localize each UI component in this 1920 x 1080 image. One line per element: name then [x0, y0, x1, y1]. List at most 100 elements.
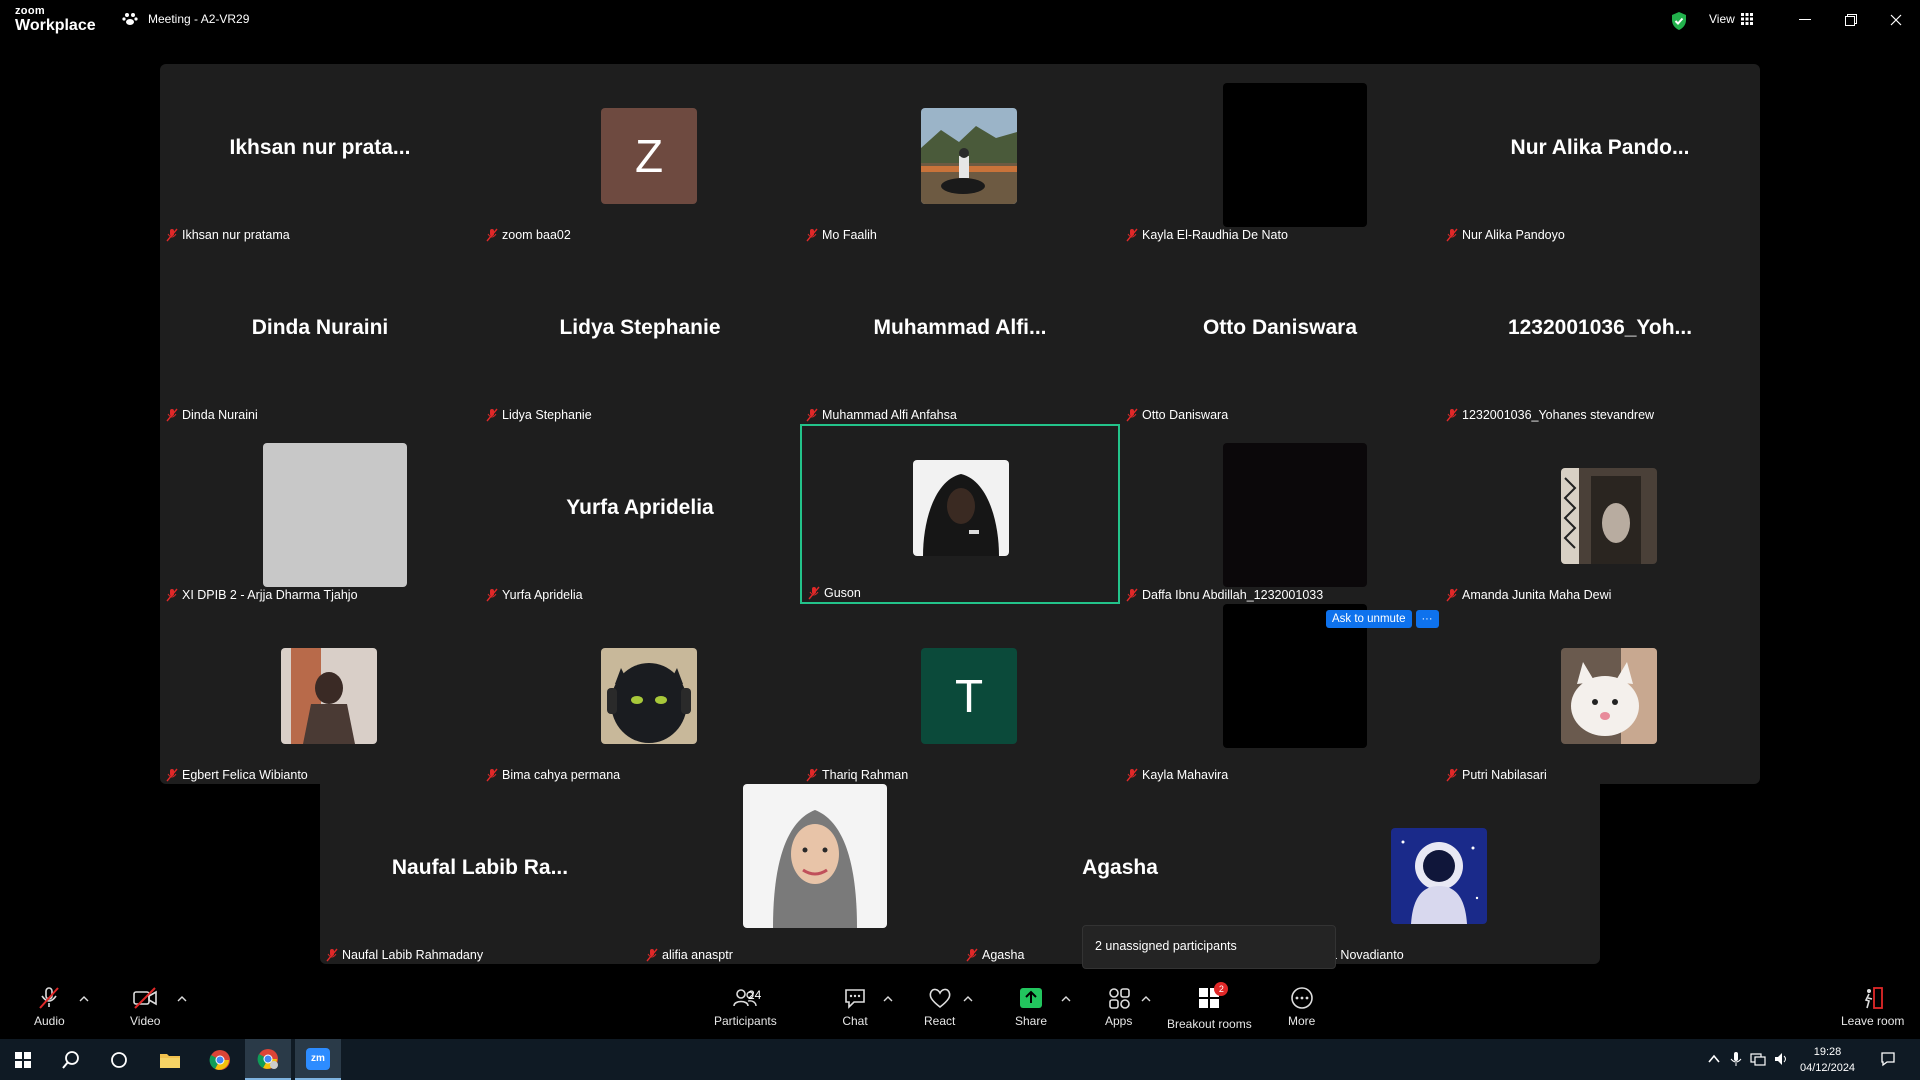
- participant-tile[interactable]: Yurfa Apridelia Yurfa Apridelia: [480, 424, 800, 604]
- participant-name: XI DPIB 2 - Arjja Dharma Tjahjo: [182, 588, 358, 602]
- zoom-app-button[interactable]: zm: [295, 1039, 341, 1080]
- participant-tile[interactable]: XI DPIB 2 - Arjja Dharma Tjahjo: [160, 424, 480, 604]
- chat-options-caret-icon[interactable]: [882, 994, 894, 1004]
- show-hidden-icons-icon[interactable]: [1706, 1051, 1722, 1067]
- participant-tile[interactable]: T Thariq Rahman: [800, 604, 1120, 784]
- participant-label: Kayla El-Raudhia De Nato: [1126, 228, 1288, 242]
- participant-tile[interactable]: 1232001036_Yoh... 1232001036_Yohanes ste…: [1440, 244, 1760, 424]
- search-button[interactable]: [48, 1039, 94, 1080]
- participant-tile[interactable]: Bima cahya permana: [480, 604, 800, 784]
- zoom-app-icon: zm: [306, 1047, 330, 1070]
- participant-display-name: Dinda Nuraini: [251, 316, 389, 339]
- chrome-button[interactable]: [197, 1039, 243, 1080]
- network-icon[interactable]: [1750, 1051, 1766, 1067]
- participant-name: Kayla El-Raudhia De Nato: [1142, 228, 1288, 242]
- chrome-profile-icon: [257, 1048, 278, 1069]
- share-options-caret-icon[interactable]: [1060, 994, 1072, 1004]
- minimize-icon: [1799, 19, 1811, 20]
- view-button[interactable]: View: [1709, 12, 1753, 26]
- clock-date: 04/12/2024: [1800, 1062, 1856, 1074]
- share-button[interactable]: Share: [1015, 986, 1047, 1028]
- participant-label: XI DPIB 2 - Arjja Dharma Tjahjo: [166, 588, 358, 602]
- muted-mic-icon: [1126, 588, 1138, 602]
- view-label: View: [1709, 12, 1735, 26]
- toothless-photo: [601, 648, 697, 744]
- notifications-icon[interactable]: [1880, 1051, 1896, 1067]
- system-clock[interactable]: 19:28 04/12/2024: [1800, 1044, 1855, 1076]
- room-photo: [1561, 468, 1657, 564]
- participant-tile[interactable]: Lidya Stephanie Lidya Stephanie: [480, 244, 800, 424]
- audio-options-caret-icon[interactable]: [78, 994, 90, 1004]
- react-label: React: [924, 1014, 956, 1028]
- start-button[interactable]: [0, 1039, 46, 1080]
- close-window-button[interactable]: [1876, 8, 1916, 32]
- breakout-rooms-icon-wrap: 2: [1196, 982, 1229, 1017]
- microphone-tray-icon[interactable]: [1728, 1051, 1744, 1067]
- chat-label: Chat: [842, 1014, 868, 1028]
- minimize-button[interactable]: [1785, 8, 1825, 32]
- participant-tile[interactable]: Otto Daniswara Otto Daniswara: [1120, 244, 1440, 424]
- muted-mic-icon: [486, 768, 498, 782]
- participant-label: Otto Daniswara: [1126, 408, 1228, 422]
- participant-tile[interactable]: Kayla El-Raudhia De Nato: [1120, 64, 1440, 244]
- meeting-title[interactable]: Meeting - A2-VR29: [122, 12, 249, 26]
- participant-label: Bima cahya permana: [486, 768, 620, 782]
- participant-label: Guson: [808, 586, 861, 600]
- video-off-icon: [133, 987, 158, 1009]
- unassigned-participants-popup[interactable]: 2 unassigned participants: [1082, 925, 1336, 969]
- muted-mic-icon: [1126, 408, 1138, 422]
- file-explorer-button[interactable]: [147, 1039, 193, 1080]
- participant-tile[interactable]: Ikhsan nur prata... Ikhsan nur pratama: [160, 64, 480, 244]
- leave-room-label: Leave room: [1841, 1014, 1905, 1028]
- react-options-caret-icon[interactable]: [962, 994, 974, 1004]
- chat-button[interactable]: Chat: [842, 986, 868, 1028]
- apps-button[interactable]: Apps: [1105, 986, 1132, 1028]
- muted-mic-icon: [808, 586, 820, 600]
- participant-tile[interactable]: Putri Nabilasari: [1440, 604, 1760, 784]
- clock-time: 19:28: [1813, 1046, 1842, 1058]
- volume-icon[interactable]: [1773, 1051, 1789, 1067]
- participants-button[interactable]: 24 Participants: [714, 986, 777, 1028]
- participant-tile[interactable]: Egbert Felica Wibianto: [160, 604, 480, 784]
- audio-button[interactable]: Audio: [34, 986, 65, 1028]
- participant-tile[interactable]: Nur Alika Pando... Nur Alika Pandoyo: [1440, 64, 1760, 244]
- avatar: [921, 108, 1017, 204]
- task-view-button[interactable]: [96, 1039, 142, 1080]
- hijab-photo: [743, 784, 887, 928]
- leave-room-icon: [1864, 987, 1883, 1009]
- avatar: [263, 443, 407, 587]
- windows-logo-icon: [15, 1051, 31, 1068]
- video-button[interactable]: Video: [130, 986, 160, 1028]
- react-button[interactable]: React: [924, 986, 955, 1028]
- more-button[interactable]: More: [1288, 986, 1315, 1028]
- apps-options-caret-icon[interactable]: [1140, 994, 1152, 1004]
- participant-tile[interactable]: alifia anasptr: [640, 784, 960, 964]
- participant-tile[interactable]: Mo Faalih: [800, 64, 1120, 244]
- participant-tile[interactable]: Kayla Mahavira: [1120, 604, 1440, 784]
- muted-mic-icon: [806, 228, 818, 242]
- video-options-caret-icon[interactable]: [176, 994, 188, 1004]
- participant-tile[interactable]: Amanda Junita Maha Dewi: [1440, 424, 1760, 604]
- restore-button[interactable]: [1831, 8, 1871, 32]
- participant-tile[interactable]: Dinda Nuraini Dinda Nuraini: [160, 244, 480, 424]
- chrome-profile-button[interactable]: [245, 1039, 291, 1080]
- participant-tile[interactable]: Z zoom baa02: [480, 64, 800, 244]
- encryption-shield-icon[interactable]: [1670, 11, 1688, 31]
- participant-name: alifia anasptr: [662, 948, 733, 962]
- breakout-rooms-button[interactable]: 2 Breakout rooms: [1167, 982, 1252, 1031]
- muted-mic-icon: [166, 588, 178, 602]
- participant-name: Amanda Junita Maha Dewi: [1462, 588, 1612, 602]
- participant-display-name: Yurfa Apridelia: [566, 496, 714, 519]
- active-speaker-tile[interactable]: Guson: [800, 424, 1120, 604]
- ask-to-unmute-button[interactable]: Ask to unmute: [1326, 610, 1412, 628]
- participant-tile[interactable]: Muhammad Alfi... Muhammad Alfi Anfahsa: [800, 244, 1120, 424]
- leave-room-button[interactable]: Leave room: [1841, 986, 1904, 1028]
- cortana-circle-icon: [111, 1051, 127, 1068]
- participant-tile[interactable]: Naufal Labib Ra... Naufal Labib Rahmadan…: [320, 784, 640, 964]
- participant-name: a Novadianto: [1330, 948, 1404, 962]
- participant-label: Daffa Ibnu Abdillah_1232001033: [1126, 588, 1323, 602]
- participant-tile[interactable]: Daffa Ibnu Abdillah_1232001033: [1120, 424, 1440, 604]
- hoodie-photo: [913, 460, 1009, 556]
- muted-mic-icon: [486, 408, 498, 422]
- participant-more-button[interactable]: ···: [1415, 610, 1439, 628]
